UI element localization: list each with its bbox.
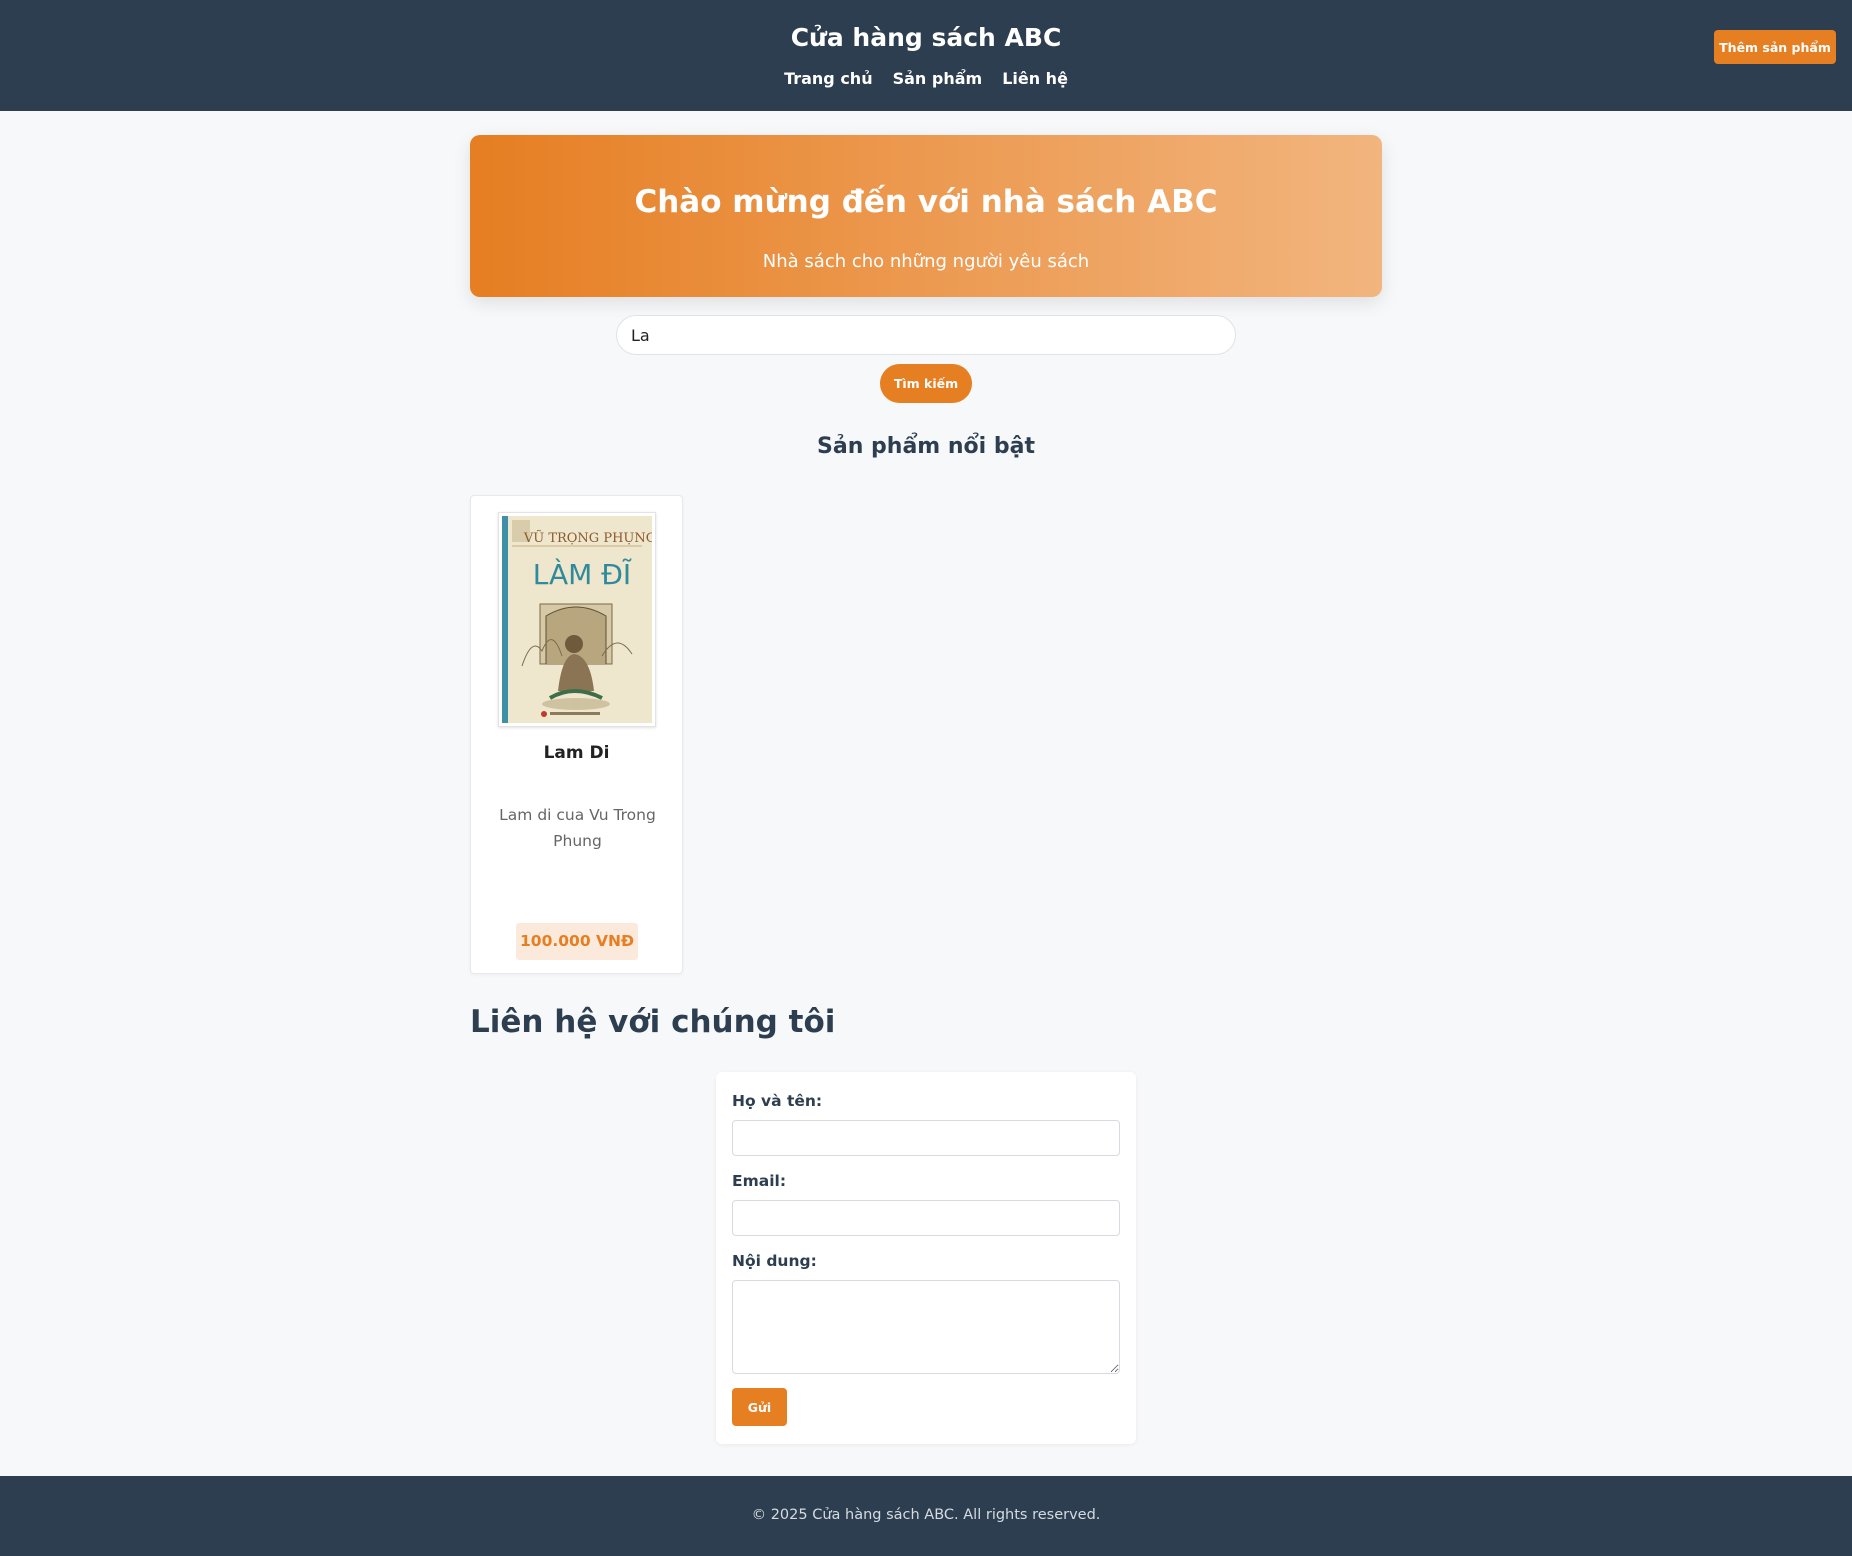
site-title: Cửa hàng sách ABC <box>790 23 1062 52</box>
hero-banner: Chào mừng đến với nhà sách ABC Nhà sách … <box>470 135 1382 297</box>
footer-copyright: © 2025 Cửa hàng sách ABC. All rights res… <box>751 1507 1101 1523</box>
product-description: Lam di cua Vu Trong Phung <box>499 806 656 850</box>
message-label: Nội dung: <box>732 1252 817 1270</box>
cover-title-text: LÀM ĐĨ <box>533 557 632 591</box>
hero-title: Chào mừng đến với nhà sách ABC <box>634 184 1218 220</box>
name-label: Họ và tên: <box>732 1092 823 1110</box>
site-footer: © 2025 Cửa hàng sách ABC. All rights res… <box>0 1476 1852 1556</box>
featured-products-title: Sản phẩm nổi bật <box>817 434 1035 459</box>
contact-form: Họ và tên: Email: Nội dung: Gửi <box>716 1072 1136 1444</box>
main-nav: Trang chủ Sản phẩm Liên hệ <box>0 67 1852 91</box>
book-cover-illustration: VŨ TRỌNG PHỤNG LÀM ĐĨ <box>502 516 652 723</box>
search-input[interactable] <box>616 315 1236 355</box>
hero-subtitle: Nhà sách cho những người yêu sách <box>762 251 1090 272</box>
cover-author-text: VŨ TRỌNG PHỤNG <box>523 530 652 546</box>
add-product-button[interactable]: Thêm sản phẩm <box>1714 30 1836 64</box>
email-field[interactable] <box>732 1200 1120 1236</box>
contact-title: Liên hệ với chúng tôi <box>470 1004 836 1040</box>
search-button[interactable]: Tìm kiếm <box>880 364 972 403</box>
name-field[interactable] <box>732 1120 1120 1156</box>
nav-link-contact[interactable]: Liên hệ <box>1002 67 1068 91</box>
product-price: 100.000 VNĐ <box>516 923 638 960</box>
nav-link-home[interactable]: Trang chủ <box>784 67 873 91</box>
submit-button[interactable]: Gửi <box>732 1388 787 1426</box>
product-cover-image[interactable]: VŨ TRỌNG PHỤNG LÀM ĐĨ <box>498 512 656 727</box>
nav-link-products[interactable]: Sản phẩm <box>893 67 983 91</box>
product-card[interactable]: VŨ TRỌNG PHỤNG LÀM ĐĨ Lam Di Lam di cua … <box>470 495 683 974</box>
message-field[interactable] <box>732 1280 1120 1374</box>
email-label: Email: <box>732 1172 787 1190</box>
product-name[interactable]: Lam Di <box>471 741 682 765</box>
site-header: Cửa hàng sách ABC Trang chủ Sản phẩm Liê… <box>0 0 1852 111</box>
